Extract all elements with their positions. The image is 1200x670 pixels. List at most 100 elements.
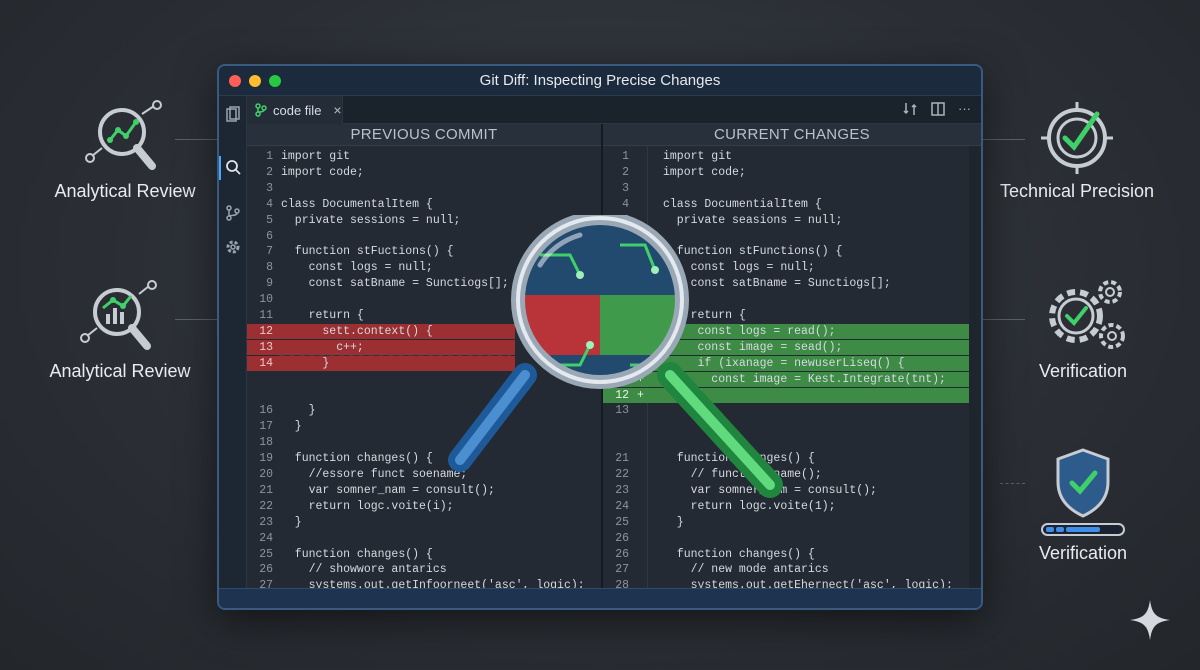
code-text: import git [281,150,351,163]
line-number: 2 [622,165,629,179]
minimize-window-button[interactable] [249,75,261,87]
line-number: 12 [259,324,273,338]
code-line: 4 class DocumentalItem { [247,197,601,212]
code-text: const satBname = Sunctiogs[]; [281,277,509,291]
code-text: function changes() { [281,452,433,466]
title-bar: Git Diff: Inspecting Precise Changes [219,66,981,96]
code-line: 24 [247,531,601,546]
code-text: return { [281,309,364,322]
code-text: } [281,404,316,418]
split-view-icon[interactable] [930,101,946,117]
code-text: function changes() { [663,452,815,466]
previous-commit-header: PREVIOUS COMMIT [247,124,601,146]
added-line: 12 + } [603,387,969,403]
code-text: // new mode antarics [663,563,829,577]
code-text: private sessions = null; [281,213,461,227]
code-line: 2 import code; [247,165,601,180]
code-line: 25 } [603,515,969,530]
files-icon[interactable] [224,106,242,124]
line-number: 8 [266,261,273,275]
code-line: 11 return { [603,308,969,323]
diff-marker: + [637,372,644,386]
code-text: return { [663,309,746,322]
line-number: 24 [615,499,629,513]
code-line: 8 const logs = null; [247,260,601,275]
code-text: sett.context() { [281,324,433,338]
line-number: 21 [259,483,273,497]
added-line: 8 + const logs = read(); [603,323,969,339]
code-line: 21 function changes() { [603,451,969,466]
code-text: if (ixanage = newuserLiseq() { [663,356,905,370]
compare-icon[interactable] [902,101,918,117]
deleted-line: 12 sett.context() { [247,323,515,339]
line-number: 1 [266,150,273,163]
sparkle-icon [1130,600,1170,640]
line-number: 5 [622,213,629,227]
close-window-button[interactable] [229,75,241,87]
code-line: 3 [247,181,601,196]
tab-bar: code file × ··· [247,96,981,124]
analytical-review-top: Analytical Review [40,100,210,201]
code-text: const logs = null; [281,261,433,275]
code-line: 10 [603,292,969,307]
line-number: 7 [622,245,629,259]
code-line: 22 // funct soename(); [603,467,969,482]
code-text: } [281,356,330,370]
previous-commit-pane: 1 import git 2 import code; 3 4 class Document… [247,146,601,590]
code-line: 3 [603,181,969,196]
zoom-window-button[interactable] [269,75,281,87]
deleted-line: 14 } [247,355,515,371]
verification-gears: Verification [998,270,1168,381]
window-controls [229,75,281,87]
code-text: const logs = read(); [663,324,836,338]
line-number: 13 [259,340,273,354]
code-text: function stFunctions() { [663,245,843,259]
line-number: 3 [622,181,629,195]
line-number: 9 [622,340,629,354]
tab-close-button[interactable]: × [333,102,341,118]
code-line: 16 } [247,403,601,418]
line-number: 4 [622,197,629,211]
code-line: 21 var somner_nam = consult(); [247,483,601,498]
code-line: 11 return { [247,308,601,323]
code-line: 6 [603,229,969,244]
side-label: Analytical Review [54,181,196,201]
code-text: } [663,404,698,418]
more-actions-button[interactable]: ··· [958,101,971,117]
shield-check-icon [1041,448,1125,536]
search-icon[interactable] [224,158,242,176]
line-number: 5 [266,213,273,227]
code-line: 25 function changes() { [247,547,601,562]
side-label: Analytical Review [49,361,191,381]
line-number: 20 [259,468,273,481]
code-text: } [663,515,684,529]
line-number: 11 [615,372,629,386]
line-number: 12 [615,388,629,402]
line-number: 18 [259,436,273,450]
code-line: 26 [603,531,969,546]
code-line: 10 [247,292,601,307]
code-text: function changes() { [281,547,433,561]
line-number: 25 [615,515,629,529]
line-number: 23 [259,515,273,529]
code-line: 24 return logc.voite(1); [603,499,969,514]
line-number: 22 [259,499,273,513]
line-number: 23 [615,483,629,497]
side-label: Technical Precision [999,181,1155,201]
code-line: 7 function stFunctions() { [603,244,969,259]
line-number: 11 [259,309,273,322]
line-number: 22 [615,468,629,481]
source-control-icon[interactable] [224,204,242,222]
line-number: 17 [259,420,273,434]
line-number: 6 [622,229,629,243]
diff-marker: + [637,356,644,370]
tab-code-file[interactable]: code file × [247,96,343,124]
code-line: 20 //essore funct soename; [247,467,601,482]
side-label: Verification [1038,543,1128,563]
settings-icon[interactable] [224,238,242,256]
line-number: 6 [266,229,273,243]
code-text: function stFuctions() { [281,245,454,259]
added-line: 11 + const image = Kest.Integrate(tnt); [603,371,969,387]
code-line: 22 return logc.voite(i); [247,499,601,514]
